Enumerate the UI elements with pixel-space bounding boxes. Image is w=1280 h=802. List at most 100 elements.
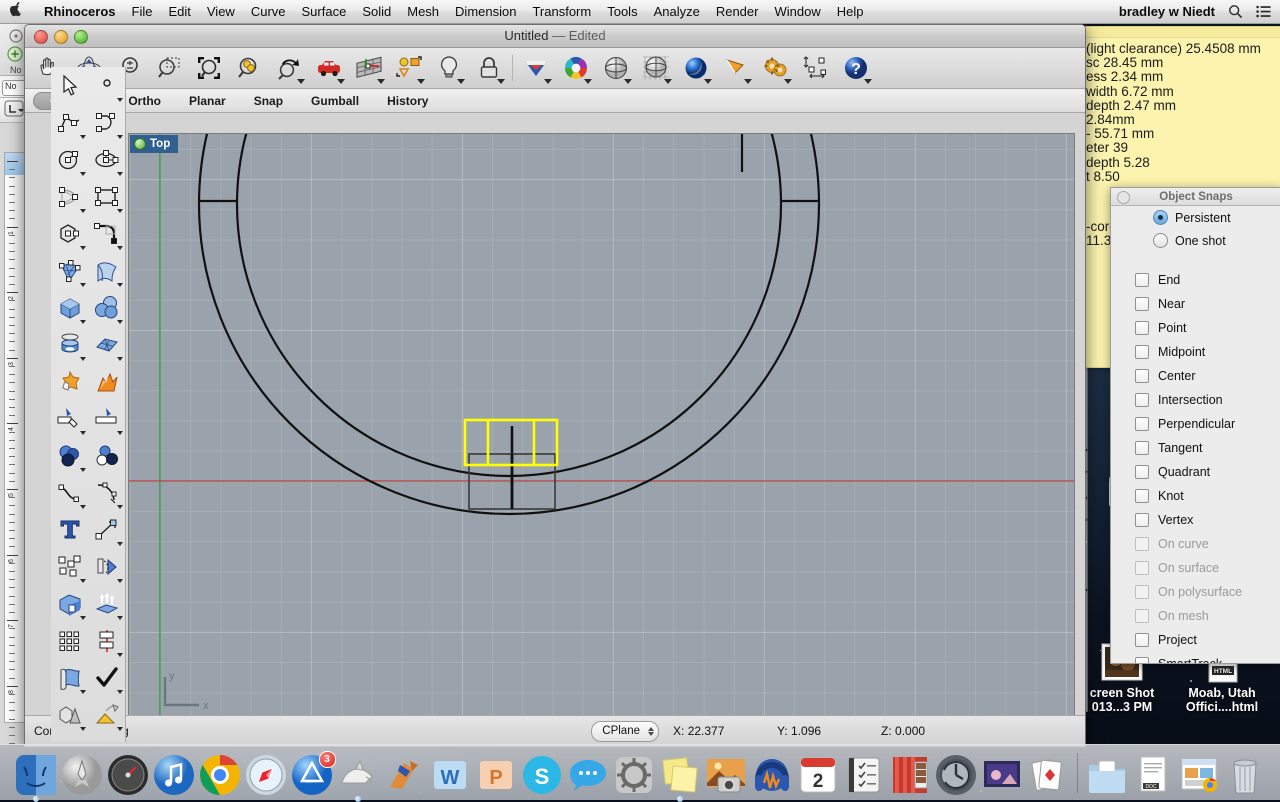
close-circle-icon[interactable]: [1117, 191, 1130, 204]
cap-icon[interactable]: [51, 585, 88, 622]
boolean-union-icon[interactable]: [51, 363, 88, 400]
osnap-checkbox-center[interactable]: Center: [1111, 364, 1280, 388]
checkbox-icon[interactable]: [1135, 297, 1149, 311]
checkbox-icon[interactable]: [1135, 417, 1149, 431]
checkbox-icon[interactable]: [1135, 393, 1149, 407]
launchpad-icon[interactable]: [60, 753, 104, 797]
menu-app-name[interactable]: Rhinoceros: [36, 0, 124, 23]
osnap-checkbox-knot[interactable]: Knot: [1111, 484, 1280, 508]
polyline-icon[interactable]: [51, 104, 88, 141]
checkbox-icon[interactable]: [1135, 465, 1149, 479]
osnap-mode-persistent[interactable]: Persistent: [1111, 206, 1280, 229]
radio-icon[interactable]: [1153, 233, 1168, 248]
explode-icon[interactable]: [88, 363, 125, 400]
menu-window[interactable]: Window: [766, 0, 828, 23]
arc-icon[interactable]: [51, 178, 88, 215]
render-material-icon[interactable]: [88, 696, 125, 733]
curve-icon[interactable]: [88, 104, 125, 141]
viewport-label[interactable]: Top: [130, 135, 179, 153]
messages-icon[interactable]: [566, 753, 610, 797]
osnap-checkbox-smarttrack[interactable]: SmartTrack: [1111, 652, 1280, 663]
menu-edit[interactable]: Edit: [160, 0, 198, 23]
apple-logo-icon[interactable]: [9, 2, 23, 21]
menu-render[interactable]: Render: [708, 0, 767, 23]
menu-user-name[interactable]: bradley w Niedt: [1119, 4, 1215, 19]
options-gear-icon[interactable]: [756, 49, 796, 87]
object-snaps-panel[interactable]: Object Snaps Persistent One shot End Nea…: [1110, 187, 1280, 664]
menu-solid[interactable]: Solid: [354, 0, 399, 23]
solitaire-icon[interactable]: [1026, 753, 1070, 797]
circle-icon[interactable]: [51, 141, 88, 178]
rhinoceros-window[interactable]: Untitled — Edited ? Ortho Planar Snap Gu…: [24, 24, 1086, 747]
mirror-icon[interactable]: [88, 548, 125, 585]
checkbox-icon[interactable]: [1135, 369, 1149, 383]
osnap-checkbox-project[interactable]: Project: [1111, 628, 1280, 652]
menu-file[interactable]: File: [124, 0, 161, 23]
osnap-checkbox-vertex[interactable]: Vertex: [1111, 508, 1280, 532]
itunes-icon[interactable]: [152, 753, 196, 797]
word-icon[interactable]: W: [428, 753, 472, 797]
dashboard-icon[interactable]: [106, 753, 150, 797]
skype-icon[interactable]: S: [520, 753, 564, 797]
osnap-mode-one-shot[interactable]: One shot: [1111, 229, 1280, 252]
menu-view[interactable]: View: [199, 0, 243, 23]
checkbox-icon[interactable]: [1135, 273, 1149, 287]
powerpoint-icon[interactable]: P: [474, 753, 518, 797]
shade-icon[interactable]: [516, 49, 556, 87]
side-toolbar[interactable]: [51, 67, 126, 742]
cplane-select[interactable]: CPlane: [591, 720, 659, 742]
blend-curve-icon[interactable]: [51, 474, 88, 511]
radio-icon[interactable]: [1153, 210, 1168, 225]
dock[interactable]: 3 W P S 2 DOC: [0, 744, 1280, 802]
viewport-top[interactable]: Top y x: [128, 133, 1075, 740]
menu-bar[interactable]: Rhinoceros File Edit View Curve Surface …: [0, 0, 1280, 24]
lock-icon[interactable]: [469, 49, 509, 87]
split-icon[interactable]: [88, 400, 125, 437]
osnap-checkbox-point[interactable]: Point: [1111, 316, 1280, 340]
help-icon[interactable]: ?: [836, 49, 876, 87]
osnap-toggle-gumball[interactable]: Gumball: [297, 94, 373, 108]
box-icon[interactable]: [51, 289, 88, 326]
render-mesh-icon[interactable]: [596, 49, 636, 87]
curve-from-object-icon[interactable]: [88, 474, 125, 511]
iphoto-icon[interactable]: [704, 753, 748, 797]
wireframe-sphere-icon[interactable]: [636, 49, 676, 87]
array-icon[interactable]: [51, 548, 88, 585]
layer-icon[interactable]: [389, 49, 429, 87]
point-icon[interactable]: [88, 67, 125, 104]
menu-help[interactable]: Help: [829, 0, 872, 23]
safari-icon[interactable]: [244, 753, 288, 797]
zoom-window-icon[interactable]: [149, 49, 189, 87]
time-machine-icon[interactable]: [934, 753, 978, 797]
mirror-array-icon[interactable]: [88, 622, 125, 659]
trash-icon[interactable]: [1223, 753, 1267, 797]
calendar-icon[interactable]: 2: [796, 753, 840, 797]
reminders-icon[interactable]: [842, 753, 886, 797]
osnap-checkbox-perpendicular[interactable]: Perpendicular: [1111, 412, 1280, 436]
documents-folder-icon[interactable]: [1085, 753, 1129, 797]
zoom-extents-icon[interactable]: [189, 49, 229, 87]
offset-surface-icon[interactable]: [88, 585, 125, 622]
checkbox-icon[interactable]: [1135, 321, 1149, 335]
osnap-checkbox-quadrant[interactable]: Quadrant: [1111, 460, 1280, 484]
system-preferences-icon[interactable]: [612, 753, 656, 797]
scale-icon[interactable]: [88, 511, 125, 548]
render-icon[interactable]: [676, 49, 716, 87]
sphere-boolean-icon[interactable]: [88, 289, 125, 326]
osnap-toggle-planar[interactable]: Planar: [175, 94, 240, 108]
menu-tools[interactable]: Tools: [599, 0, 645, 23]
zoom-selected-icon[interactable]: [229, 49, 269, 87]
osnap-checkbox-intersection[interactable]: Intersection: [1111, 388, 1280, 412]
osnap-checkbox-near[interactable]: Near: [1111, 292, 1280, 316]
downloads-stack-icon[interactable]: [1177, 753, 1221, 797]
osnap-toggle-history[interactable]: History: [373, 94, 442, 108]
osnap-checkbox-tangent[interactable]: Tangent: [1111, 436, 1280, 460]
polygon-icon[interactable]: [51, 215, 88, 252]
rhinoceros-icon[interactable]: [336, 753, 380, 802]
audacity-icon[interactable]: [750, 753, 794, 797]
boolean-intersection-icon[interactable]: [88, 437, 125, 474]
menu-transform[interactable]: Transform: [524, 0, 599, 23]
set-cplane-icon[interactable]: [349, 49, 389, 87]
surface-grid-icon[interactable]: [88, 326, 125, 363]
window-titlebar[interactable]: Untitled — Edited: [25, 25, 1085, 48]
